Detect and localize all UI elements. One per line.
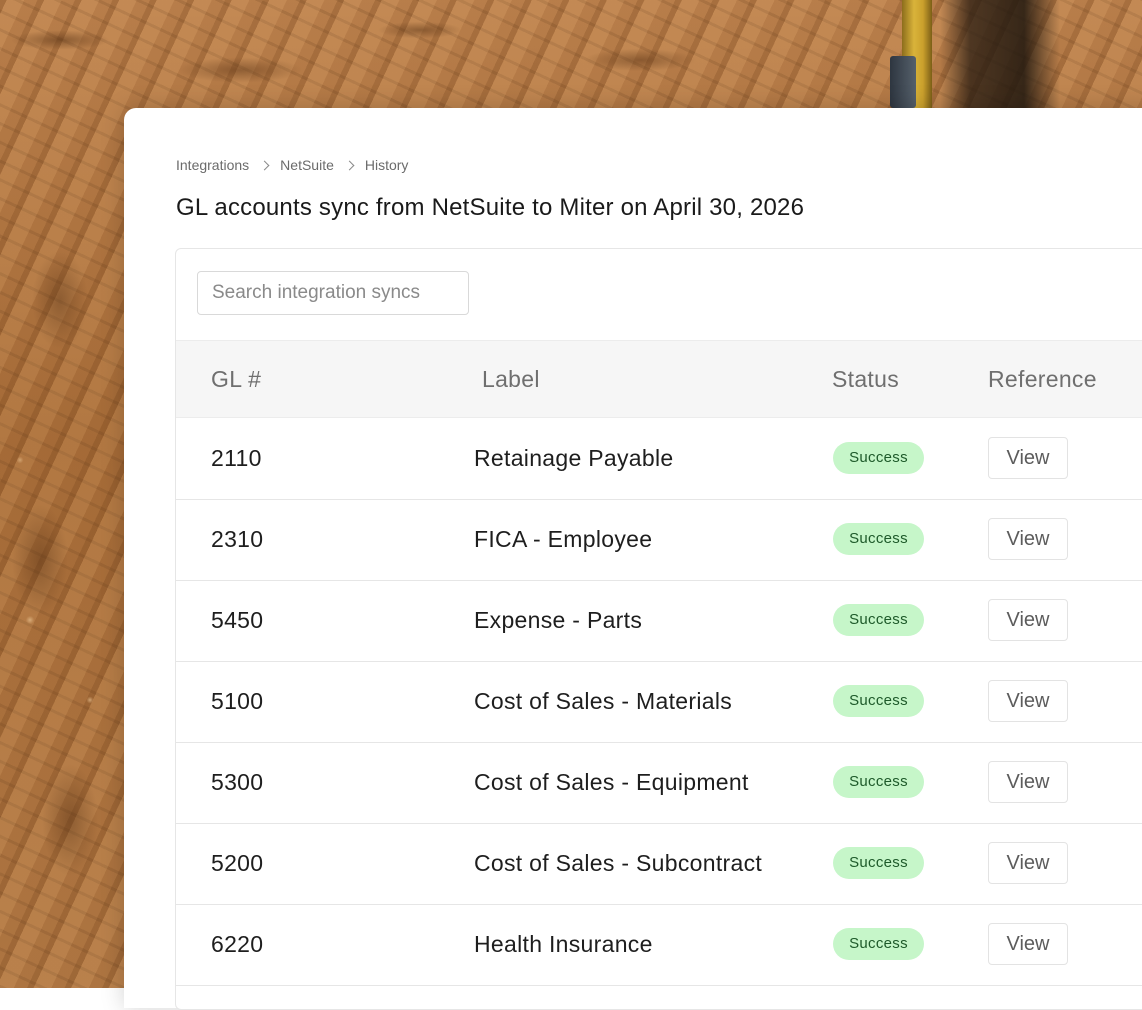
breadcrumb-integrations[interactable]: Integrations [176,157,249,173]
view-reference-button[interactable]: View [988,437,1068,479]
view-reference-button[interactable]: View [988,761,1068,803]
status-badge: Success [833,604,924,636]
gl-label: Health Insurance [474,931,653,957]
breadcrumb-netsuite[interactable]: NetSuite [280,157,334,173]
breadcrumb-history[interactable]: History [365,157,409,173]
excavator-shadow [940,0,1060,110]
page-title: GL accounts sync from NetSuite to Miter … [176,194,805,221]
view-reference-button[interactable]: View [988,680,1068,722]
column-header-status[interactable]: Status [832,366,899,393]
gl-number: 5450 [211,607,264,633]
chevron-right-icon [344,160,355,170]
column-header-gl[interactable]: GL # [211,366,261,393]
status-badge: Success [833,847,924,879]
search-input[interactable] [197,271,469,315]
gl-number: 2310 [211,526,264,552]
table-row[interactable]: 6220 Health Insurance Success View [176,905,1142,986]
view-reference-button[interactable]: View [988,923,1068,965]
gl-label: Cost of Sales - Materials [474,688,733,714]
table-header: GL # Label Status Reference [176,340,1142,418]
table-row[interactable]: 2310 FICA - Employee Success View [176,500,1142,581]
column-header-label[interactable]: Label [482,366,540,393]
gl-label: Cost of Sales - Equipment [474,769,749,795]
table-row[interactable]: 5100 Cost of Sales - Materials Success V… [176,662,1142,743]
status-badge: Success [833,928,924,960]
gl-label: Expense - Parts [474,607,643,633]
status-badge: Success [833,766,924,798]
excavator-arm [880,0,950,108]
table-row[interactable]: 5300 Cost of Sales - Equipment Success V… [176,743,1142,824]
excavator-arm-joint [890,56,916,108]
gl-number: 6220 [211,931,264,957]
status-badge: Success [833,442,924,474]
status-badge: Success [833,523,924,555]
table-row[interactable]: 5200 Cost of Sales - Subcontract Success… [176,824,1142,905]
gl-label: FICA - Employee [474,526,653,552]
app-window: Integrations NetSuite History GL account… [124,108,1142,1010]
table-row[interactable]: 5450 Expense - Parts Success View [176,581,1142,662]
table-row[interactable]: 2110 Retainage Payable Success View [176,419,1142,500]
gl-number: 5100 [211,688,264,714]
view-reference-button[interactable]: View [988,518,1068,560]
status-badge: Success [833,685,924,717]
view-reference-button[interactable]: View [988,599,1068,641]
gl-label: Retainage Payable [474,445,674,471]
view-reference-button[interactable]: View [988,842,1068,884]
gl-number: 5300 [211,769,264,795]
sync-table-card: GL # Label Status Reference 2110 Retaina… [175,248,1142,1010]
gl-number: 2110 [211,445,262,471]
column-header-reference[interactable]: Reference [988,366,1097,393]
gl-label: Cost of Sales - Subcontract [474,850,763,876]
gl-number: 5200 [211,850,264,876]
chevron-right-icon [259,160,270,170]
breadcrumb: Integrations NetSuite History [176,157,408,173]
